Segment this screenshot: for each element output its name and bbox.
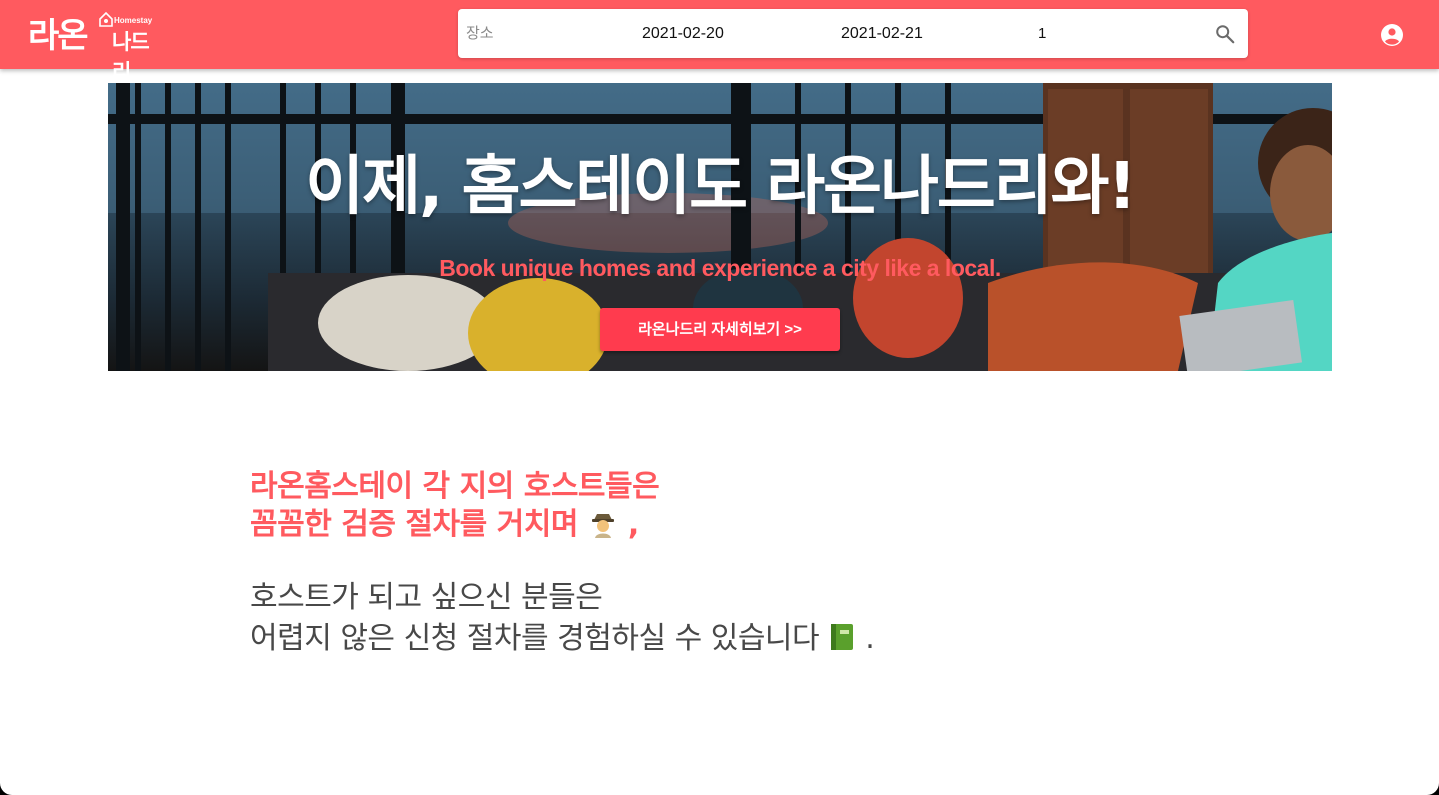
host-body-end: . <box>865 621 875 656</box>
host-section-title: 라온홈스테이 각 지의 호스트들은 꼼꼼한 검증 절차를 거치며 , <box>250 468 660 544</box>
hero-subtitle: Book unique homes and experience a city … <box>439 255 1001 281</box>
hero-title: 이제, 홈스테이도 라온나드리와! <box>305 150 1137 224</box>
green-book-icon <box>831 624 854 650</box>
search-bar: 장소 2021-02-20 2021-02-21 1 <box>458 9 1248 58</box>
search-icon[interactable] <box>1214 23 1236 45</box>
logo-sub-text: 나드리 <box>112 30 150 84</box>
top-nav-bar: 라온 Homestay 나드리 장소 2021-02-20 2021-02-21… <box>0 0 1439 84</box>
host-body-line2-wrap: 어렵지 않은 신청 절차를 경험하실 수 있습니다 . <box>250 618 875 659</box>
logo-homestay-text: Homestay <box>114 16 153 25</box>
host-title-line2: 꼼꼼한 검증 절차를 거치며 <box>250 507 578 542</box>
place-input[interactable]: 장소 <box>466 9 626 58</box>
home-icon <box>99 11 113 27</box>
checkin-date-field[interactable]: 2021-02-20 <box>642 9 772 58</box>
host-title-end: , <box>627 507 639 542</box>
account-circle-icon[interactable] <box>1380 23 1404 47</box>
host-title-line1: 라온홈스테이 각 지의 호스트들은 <box>250 469 660 504</box>
host-section-body: 호스트가 되고 싶으신 분들은 어렵지 않은 신청 절차를 경험하실 수 있습니… <box>250 577 875 659</box>
checkout-date-field[interactable]: 2021-02-21 <box>841 9 971 58</box>
learn-more-button[interactable]: 라온나드리 자세히보기 >> <box>600 308 840 351</box>
host-body-line2: 어렵지 않은 신청 절차를 경험하실 수 있습니다 <box>250 621 820 656</box>
host-body-line1: 호스트가 되고 싶으신 분들은 <box>250 580 603 615</box>
page: 라온 Homestay 나드리 장소 2021-02-20 2021-02-21… <box>0 0 1439 795</box>
logo-main-text: 라온 <box>28 16 89 56</box>
host-title-line2-wrap: 꼼꼼한 검증 절차를 거치며 , <box>250 506 659 544</box>
logo[interactable]: 라온 Homestay 나드리 <box>28 10 158 84</box>
hero-banner: 이제, 홈스테이도 라온나드리와! Book unique homes and … <box>108 83 1332 371</box>
detective-emoji-icon <box>591 514 614 538</box>
guests-field[interactable]: 1 <box>1038 9 1138 58</box>
